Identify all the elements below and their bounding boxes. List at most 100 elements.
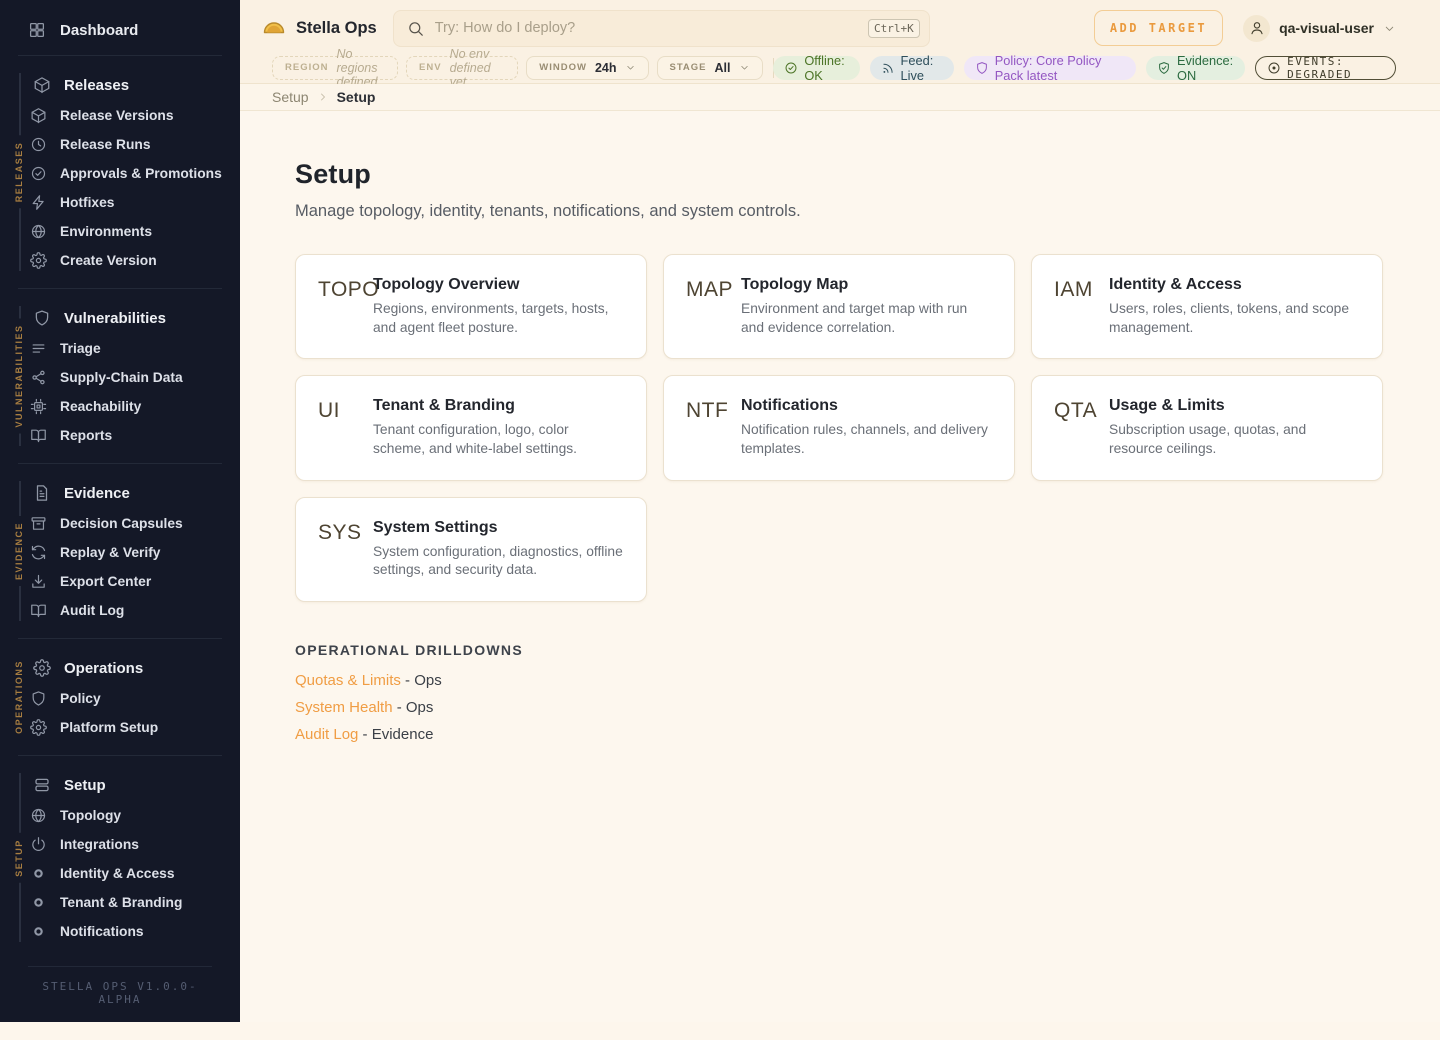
sidebar-item-release-runs[interactable]: Release Runs [0, 130, 240, 159]
sidebar-item-export-center[interactable]: Export Center [0, 567, 240, 596]
card-code: UI [318, 397, 373, 458]
add-target-button[interactable]: ADD TARGET [1094, 10, 1223, 46]
sidebar-divider [18, 755, 222, 756]
sidebar-item-reachability[interactable]: Reachability [0, 392, 240, 421]
gear-icon [30, 252, 47, 269]
dot-icon [30, 865, 47, 882]
sidebar-item-hotfixes[interactable]: Hotfixes [0, 188, 240, 217]
sidebar-item-label: Releases [64, 77, 129, 94]
drill-link-system-health[interactable]: System Health [295, 699, 393, 716]
sidebar-item-integrations[interactable]: Integrations [0, 830, 240, 859]
sidebar-item-policy[interactable]: Policy [0, 684, 240, 713]
sidebar-item-replay-verify[interactable]: Replay & Verify [0, 538, 240, 567]
setup-card-identity-access[interactable]: IAMIdentity & AccessUsers, roles, client… [1031, 254, 1383, 359]
filter-bar: REGIONNo regions defined ENVNo env define… [240, 56, 1440, 84]
sidebar-item-environments[interactable]: Environments [0, 217, 240, 246]
status-chip-evidence-on[interactable]: Evidence: ON [1146, 56, 1245, 80]
layers-icon [33, 776, 51, 794]
breadcrumb: Setup Setup [240, 84, 1440, 111]
filter-chip-region[interactable]: REGIONNo regions defined [272, 56, 398, 80]
list-icon [30, 340, 47, 357]
sidebar-item-label: Replay & Verify [60, 545, 160, 560]
status-chip-events-degraded[interactable]: EVENTS: DEGRADED [1255, 56, 1396, 80]
sidebar-item-tenant-branding[interactable]: Tenant & Branding [0, 888, 240, 917]
shield-check-icon [1157, 61, 1171, 75]
sidebar-item-label: Operations [64, 660, 143, 677]
sidebar-item-platform-setup[interactable]: Platform Setup [0, 713, 240, 742]
sidebar-item-releases[interactable]: Releases [0, 69, 240, 101]
sidebar-item-supply-chain-data[interactable]: Supply-Chain Data [0, 363, 240, 392]
setup-card-notifications[interactable]: NTFNotificationsNotification rules, chan… [663, 375, 1015, 480]
app-root: Dashboard RELEASESReleasesRelease Versio… [0, 0, 1440, 1022]
sidebar-item-audit-log[interactable]: Audit Log [0, 596, 240, 625]
filter-chip-env[interactable]: ENVNo env defined yet [406, 56, 518, 80]
sidebar-item-reports[interactable]: Reports [0, 421, 240, 450]
breadcrumb-item-setup[interactable]: Setup [272, 89, 309, 105]
sidebar-item-setup[interactable]: Setup [0, 769, 240, 801]
card-code: TOPO [318, 276, 373, 337]
sidebar-item-create-version[interactable]: Create Version [0, 246, 240, 275]
power-icon [30, 836, 47, 853]
sidebar-item-dashboard[interactable]: Dashboard [0, 14, 240, 46]
sidebar-item-label: Audit Log [60, 603, 124, 618]
setup-card-topology-map[interactable]: MAPTopology MapEnvironment and target ma… [663, 254, 1015, 359]
card-code: IAM [1054, 276, 1109, 337]
sidebar-item-label: Create Version [60, 253, 157, 268]
sidebar-section-label: SETUP [14, 833, 24, 883]
status-chip-label: EVENTS: DEGRADED [1287, 55, 1384, 81]
card-body: Tenant & BrandingTenant configuration, l… [373, 397, 624, 458]
sidebar-item-topology[interactable]: Topology [0, 801, 240, 830]
sidebar-item-decision-capsules[interactable]: Decision Capsules [0, 509, 240, 538]
card-description: Environment and target map with run and … [741, 300, 992, 337]
status-chip-offline-ok[interactable]: Offline: OK [773, 56, 859, 80]
card-description: Subscription usage, quotas, and resource… [1109, 421, 1360, 458]
drilldown-row: Audit Log - Evidence [295, 726, 1384, 743]
sidebar-section-label: EVIDENCE [14, 516, 24, 586]
setup-card-usage-limits[interactable]: QTAUsage & LimitsSubscription usage, quo… [1031, 375, 1383, 480]
sidebar-item-triage[interactable]: Triage [0, 334, 240, 363]
filter-label: WINDOW [539, 62, 587, 73]
status-chip-feed-live[interactable]: Feed: Live [870, 56, 954, 80]
status-chip-label: Offline: OK [804, 53, 848, 83]
filter-label: STAGE [670, 62, 707, 73]
user-menu[interactable]: qa-visual-user [1243, 15, 1396, 42]
rss-icon [881, 61, 895, 75]
sidebar-divider [18, 638, 222, 639]
sidebar-version-footer: STELLA OPS V1.0.0-ALPHA [28, 966, 212, 1022]
setup-card-tenant-branding[interactable]: UITenant & BrandingTenant configuration,… [295, 375, 647, 480]
chevron-down-icon [625, 62, 636, 73]
status-chip-policy-core-policy-pack-latest[interactable]: Policy: Core Policy Pack latest [964, 56, 1136, 80]
sidebar-item-label: Hotfixes [60, 195, 114, 210]
sidebar-section-label: OPERATIONS [14, 654, 24, 740]
card-body: Topology OverviewRegions, environments, … [373, 276, 624, 337]
taco-logo-icon [262, 16, 286, 40]
status-chip-label: Evidence: ON [1177, 53, 1234, 83]
filter-chip-window[interactable]: WINDOW 24h [526, 56, 648, 80]
setup-card-topology-overview[interactable]: TOPOTopology OverviewRegions, environmen… [295, 254, 647, 359]
card-body: Topology MapEnvironment and target map w… [741, 276, 992, 337]
sidebar-item-vulnerabilities[interactable]: Vulnerabilities [0, 302, 240, 334]
avatar [1243, 15, 1270, 42]
filter-value: 24h [595, 61, 617, 75]
drill-link-quotas-limits[interactable]: Quotas & Limits [295, 672, 401, 689]
setup-card-system-settings[interactable]: SYSSystem SettingsSystem configuration, … [295, 497, 647, 602]
sidebar-nav: RELEASESReleasesRelease VersionsRelease … [0, 55, 240, 950]
dot-icon [30, 894, 47, 911]
sidebar-item-notifications[interactable]: Notifications [0, 917, 240, 946]
sidebar-divider [18, 463, 222, 464]
sidebar-item-operations[interactable]: Operations [0, 652, 240, 684]
package-icon [30, 107, 47, 124]
search-input[interactable] [435, 20, 857, 36]
gear-icon [30, 719, 47, 736]
drill-suffix: - Evidence [358, 726, 433, 743]
main-content: Setup Manage topology, identity, tenants… [240, 111, 1440, 743]
filter-chip-stage[interactable]: STAGEAll [657, 56, 763, 80]
user-name: qa-visual-user [1279, 20, 1374, 36]
search-box[interactable]: Ctrl+K [393, 10, 930, 47]
sidebar-item-evidence[interactable]: Evidence [0, 477, 240, 509]
sidebar-item-identity-access[interactable]: Identity & Access [0, 859, 240, 888]
sidebar-item-approvals-promotions[interactable]: Approvals & Promotions [0, 159, 240, 188]
sidebar-item-release-versions[interactable]: Release Versions [0, 101, 240, 130]
drill-link-audit-log[interactable]: Audit Log [295, 726, 358, 743]
gear-icon [33, 659, 51, 677]
